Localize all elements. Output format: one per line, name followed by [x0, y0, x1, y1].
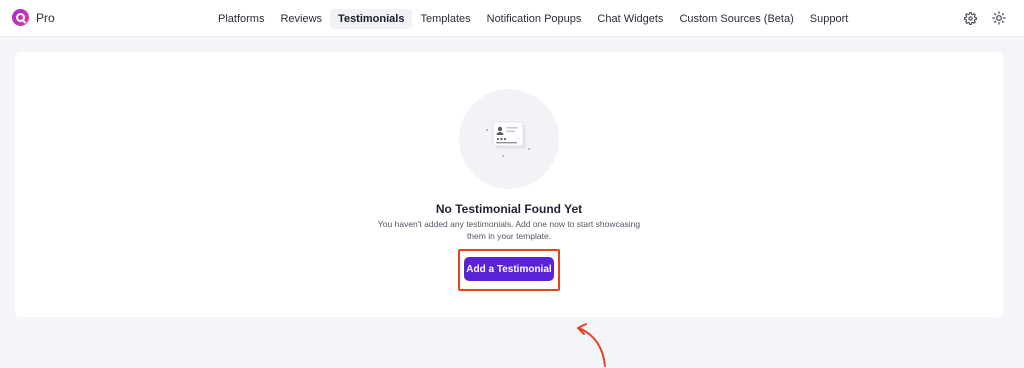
brand-name: Pro [36, 10, 55, 25]
nav-item-templates[interactable]: Templates [412, 9, 478, 29]
sun-icon[interactable] [991, 10, 1007, 26]
nav-item-custom-sources[interactable]: Custom Sources (Beta) [671, 9, 801, 29]
nav-item-chat-widgets[interactable]: Chat Widgets [589, 9, 671, 29]
add-testimonial-button[interactable]: Add a Testimonial [464, 257, 554, 281]
empty-state-card: No Testimonial Found Yet You haven't add… [15, 52, 1003, 367]
brand[interactable]: Pro [12, 9, 55, 26]
nav-item-testimonials[interactable]: Testimonials [330, 9, 413, 29]
main-nav: Platforms Reviews Testimonials Templates… [210, 9, 856, 29]
nav-item-support[interactable]: Support [802, 9, 857, 29]
empty-state-description: You haven't added any testimonials. Add … [377, 219, 641, 241]
empty-testimonial-illustration-icon [459, 89, 559, 189]
nav-item-notification-popups[interactable]: Notification Popups [479, 9, 590, 29]
nav-item-reviews[interactable]: Reviews [272, 9, 330, 29]
nav-item-platforms[interactable]: Platforms [210, 9, 272, 29]
brand-logo-icon [12, 9, 29, 26]
top-navigation-bar: Pro Platforms Reviews Testimonials Templ… [0, 0, 1024, 37]
empty-state-title: No Testimonial Found Yet [435, 202, 583, 216]
gear-icon[interactable] [962, 10, 978, 26]
pointer-arrow-icon [577, 323, 606, 367]
